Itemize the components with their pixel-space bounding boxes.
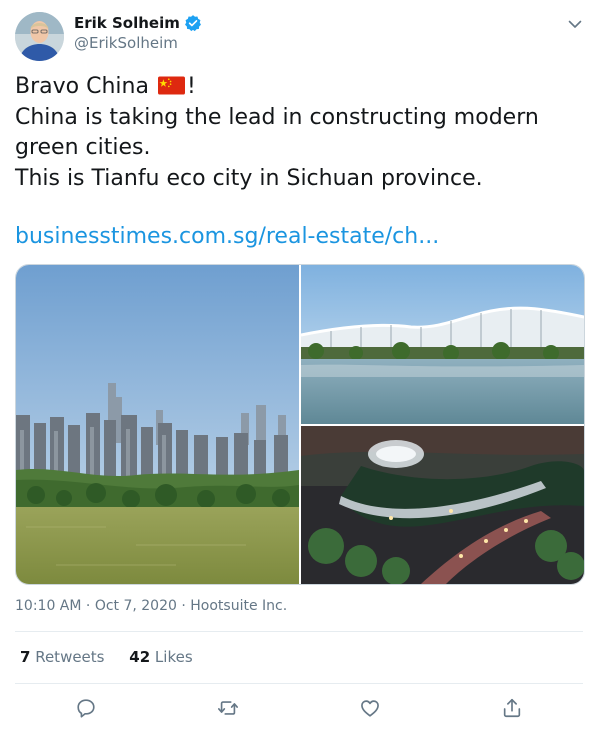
tweet-text-segment: Bravo China <box>15 74 156 99</box>
media-grid <box>15 264 585 585</box>
tweet-time[interactable]: 10:10 AM <box>15 598 81 614</box>
divider <box>15 631 583 632</box>
likes-count: 42 <box>129 648 151 666</box>
author-handle[interactable]: @ErikSolheim <box>74 34 178 52</box>
media-image-night-park[interactable] <box>301 426 584 584</box>
retweets-stat[interactable]: 7 Retweets <box>20 648 105 666</box>
tweet-text-segment: ! <box>186 74 196 99</box>
media-image-eco-building[interactable] <box>301 265 584 424</box>
tweet-date[interactable]: Oct 7, 2020 <box>95 598 177 614</box>
tweet-source[interactable]: Hootsuite Inc. <box>190 598 287 614</box>
article-link[interactable]: businesstimes.com.sg/real-estate/ch... <box>15 224 439 249</box>
heart-icon[interactable] <box>359 697 381 719</box>
meta-separator: · <box>81 598 95 614</box>
author-name[interactable]: Erik Solheim <box>74 14 180 32</box>
reply-icon[interactable] <box>75 697 97 719</box>
tweet-line-2: China is taking the lead in constructing… <box>15 104 539 130</box>
share-icon[interactable] <box>501 697 523 719</box>
retweets-label: Retweets <box>30 648 105 666</box>
tweet-line-4: This is Tianfu eco city in Sichuan provi… <box>15 165 483 191</box>
divider <box>15 683 583 684</box>
tweet-meta: 10:10 AM · Oct 7, 2020 · Hootsuite Inc. <box>15 598 287 614</box>
tweet-line-1: Bravo China ! <box>15 72 585 103</box>
likes-label: Likes <box>150 648 193 666</box>
meta-separator: · <box>176 598 191 614</box>
tweet-header: Erik Solheim @ErikSolheim <box>15 12 585 62</box>
verified-badge-icon <box>184 15 201 32</box>
likes-stat[interactable]: 42 Likes <box>129 648 192 666</box>
retweets-count: 7 <box>20 648 31 666</box>
tweet-actions <box>15 697 583 721</box>
retweet-icon[interactable] <box>217 697 239 719</box>
tweet-line-3: green cities. <box>15 135 151 160</box>
china-flag-icon <box>157 76 185 95</box>
tweet-text: Bravo China ! China is taking the lead i… <box>15 72 585 194</box>
avatar[interactable] <box>15 12 64 61</box>
chevron-down-icon[interactable] <box>567 16 583 32</box>
media-image-city-skyline[interactable] <box>16 265 299 584</box>
author-name-row: Erik Solheim <box>74 14 202 32</box>
tweet-stats: 7 Retweets 42 Likes <box>20 648 213 666</box>
